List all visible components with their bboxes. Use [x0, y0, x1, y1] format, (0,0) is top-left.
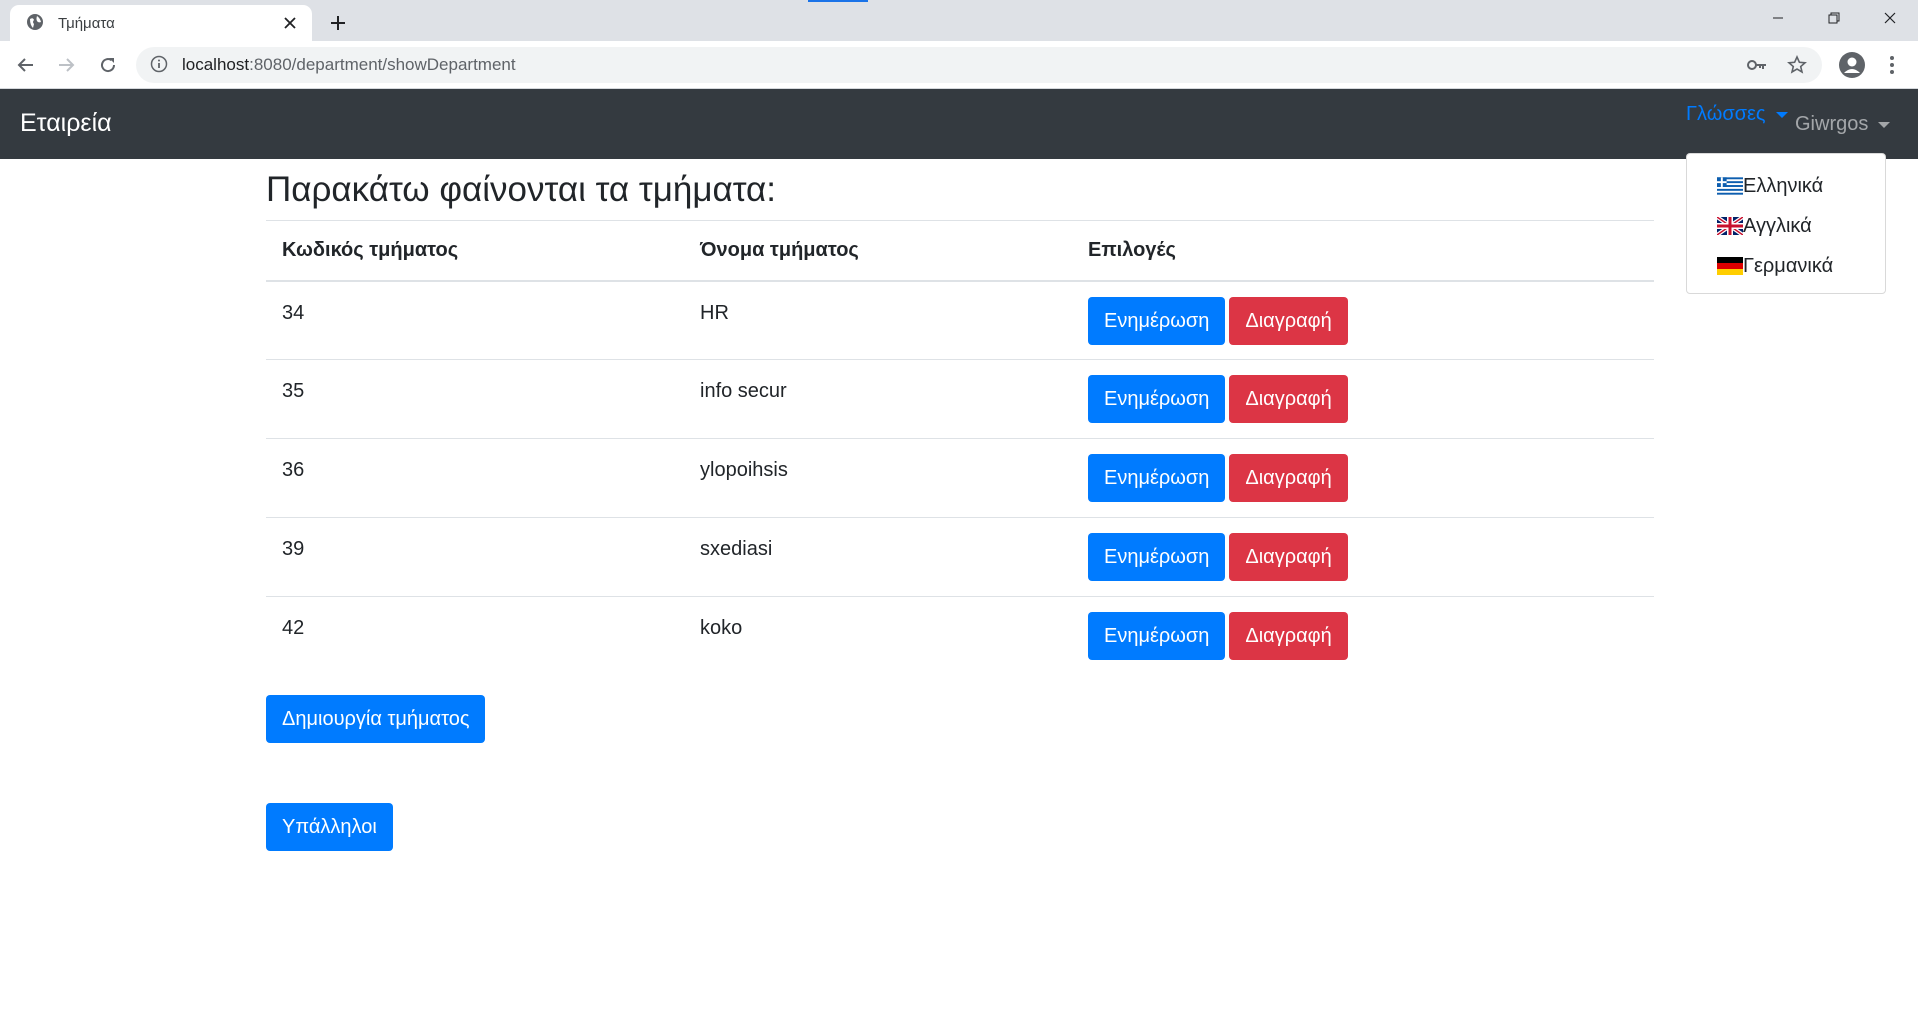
language-item-label: Γερμανικά — [1743, 254, 1834, 277]
user-dropdown-toggle[interactable]: Giwrgos — [1795, 113, 1891, 136]
chevron-down-icon — [1878, 121, 1891, 128]
close-window-icon[interactable] — [1862, 0, 1918, 36]
profile-avatar-icon[interactable] — [1836, 49, 1868, 81]
tab-title: Τμήματα — [58, 14, 115, 32]
navbar-brand[interactable]: Εταιρεία — [20, 109, 112, 138]
language-item-greek[interactable]: Ελληνικά — [1687, 166, 1885, 206]
chevron-down-icon — [1775, 111, 1788, 118]
url-host: localhost — [182, 55, 250, 74]
uk-flag-icon — [1715, 215, 1745, 237]
update-button[interactable]: Ενημέρωση — [1088, 375, 1226, 423]
department-code: 36 — [266, 438, 684, 518]
delete-button[interactable]: Διαγραφή — [1229, 612, 1348, 660]
table-header-row: Κωδικός τμήματος Όνομα τμήματος Επιλογές — [266, 220, 1654, 282]
column-header-options: Επιλογές — [1072, 220, 1654, 282]
browser-tab[interactable]: Τμήματα — [10, 5, 312, 41]
url-text[interactable]: localhost:8080/department/showDepartment — [182, 55, 1742, 75]
departments-table: Κωδικός τμήματος Όνομα τμήματος Επιλογές… — [266, 220, 1654, 676]
row-actions: Ενημέρωση Διαγραφή — [1072, 281, 1654, 360]
key-icon[interactable] — [1742, 50, 1772, 80]
globe-icon — [26, 13, 46, 33]
browser-menu-icon[interactable] — [1878, 49, 1906, 81]
table-row: 42 koko Ενημέρωση Διαγραφή — [266, 596, 1654, 676]
site-info-icon[interactable] — [150, 55, 170, 75]
row-actions: Ενημέρωση Διαγραφή — [1072, 596, 1654, 676]
star-icon[interactable] — [1782, 50, 1812, 80]
delete-button[interactable]: Διαγραφή — [1229, 296, 1348, 345]
department-name: info secur — [684, 359, 1072, 439]
url-path: :8080/department/showDepartment — [249, 55, 516, 74]
update-button[interactable]: Ενημέρωση — [1088, 612, 1226, 660]
column-header-name: Όνομα τμήματος — [684, 220, 1072, 282]
department-code: 39 — [266, 517, 684, 597]
employees-button[interactable]: Υπάλληλοι — [266, 803, 393, 851]
language-item-german[interactable]: Γερμανικά — [1687, 246, 1885, 286]
language-item-label: Αγγλικά — [1743, 214, 1812, 237]
languages-dropdown-toggle[interactable]: Γλώσσες — [1686, 103, 1788, 126]
language-item-label: Ελληνικά — [1743, 174, 1824, 197]
row-actions: Ενημέρωση Διαγραφή — [1072, 517, 1654, 597]
department-code: 34 — [282, 301, 305, 324]
column-header-code: Κωδικός τμήματος — [266, 220, 684, 282]
department-name: sxediasi — [684, 517, 1072, 597]
language-menu: Ελληνικά Αγγλικά Γερμανικά — [1686, 153, 1886, 294]
delete-button[interactable]: Διαγραφή — [1229, 533, 1348, 581]
languages-label: Γλώσσες — [1686, 103, 1766, 125]
new-tab-icon[interactable] — [324, 9, 352, 37]
loading-indicator — [808, 0, 868, 2]
address-bar[interactable]: localhost:8080/department/showDepartment — [136, 47, 1822, 83]
department-name: koko — [684, 596, 1072, 676]
reload-icon[interactable] — [92, 49, 124, 81]
department-code: 35 — [266, 359, 684, 439]
table-row: 39 sxediasi Ενημέρωση Διαγραφή — [266, 517, 1654, 597]
language-item-english[interactable]: Αγγλικά — [1687, 206, 1885, 246]
department-name: ylopoihsis — [684, 438, 1072, 518]
site-navbar: Εταιρεία Γλώσσες Giwrgos — [0, 89, 1918, 159]
delete-button[interactable]: Διαγραφή — [1229, 375, 1348, 423]
window-controls — [1750, 0, 1918, 36]
minimize-icon[interactable] — [1750, 0, 1806, 36]
browser-tabstrip: Τμήματα — [0, 0, 1918, 41]
table-row: 34 HR Ενημέρωση Διαγραφή — [266, 281, 1654, 360]
create-department-button[interactable]: Δημιουργία τμήματος — [266, 695, 486, 743]
update-button[interactable]: Ενημέρωση — [1088, 454, 1226, 502]
restore-icon[interactable] — [1806, 0, 1862, 36]
forward-icon[interactable] — [50, 49, 82, 81]
update-button[interactable]: Ενημέρωση — [1088, 296, 1226, 345]
germany-flag-icon — [1717, 257, 1743, 275]
browser-toolbar: localhost:8080/department/showDepartment — [0, 41, 1918, 89]
table-row: 35 info secur Ενημέρωση Διαγραφή — [266, 359, 1654, 439]
row-actions: Ενημέρωση Διαγραφή — [1072, 438, 1654, 518]
close-tab-icon[interactable] — [280, 13, 300, 33]
department-name: HR — [700, 301, 729, 324]
user-label: Giwrgos — [1795, 113, 1869, 135]
page-title: Παρακάτω φαίνονται τα τμήματα: — [266, 170, 777, 209]
greece-flag-icon — [1717, 177, 1743, 195]
back-icon[interactable] — [10, 49, 42, 81]
row-actions: Ενημέρωση Διαγραφή — [1072, 359, 1654, 439]
delete-button[interactable]: Διαγραφή — [1229, 454, 1348, 502]
department-code: 42 — [266, 596, 684, 676]
update-button[interactable]: Ενημέρωση — [1088, 533, 1226, 581]
table-row: 36 ylopoihsis Ενημέρωση Διαγραφή — [266, 438, 1654, 518]
